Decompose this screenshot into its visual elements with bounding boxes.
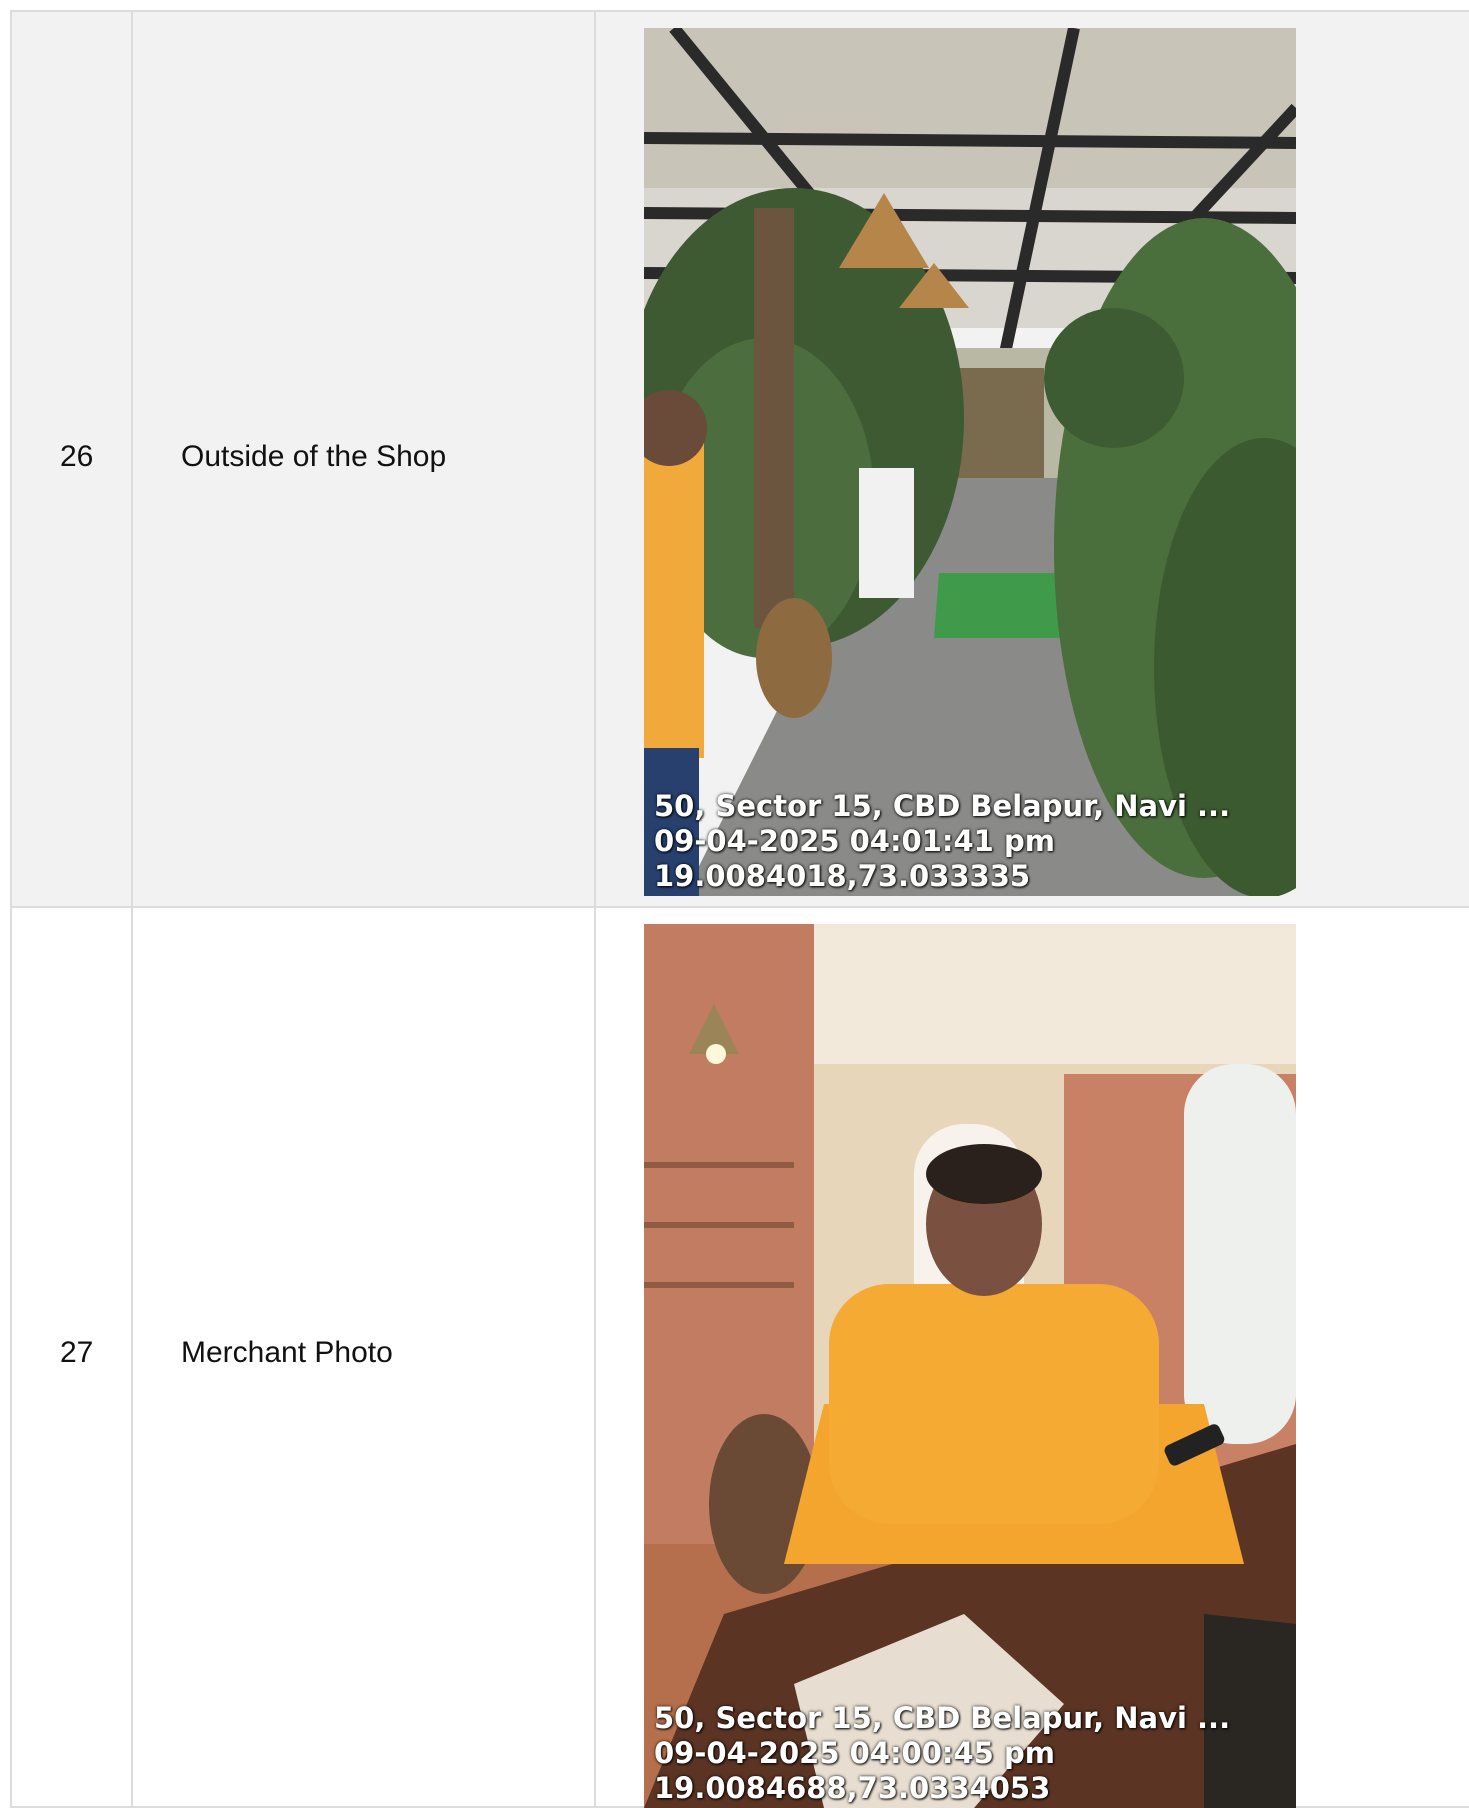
stamp-coordinates: 19.0084018,73.033335 <box>654 859 1031 893</box>
row-number-cell: 26 <box>10 12 131 906</box>
table-row: 26 Outside of the Shop 50, Sector 15, CB… <box>10 10 1469 908</box>
row-photo-cell: 50, Sector 15, CBD Belapur, Navi ... 09-… <box>594 908 1469 1808</box>
shop-outside-image <box>644 28 1296 896</box>
photo-table: 26 Outside of the Shop 50, Sector 15, CB… <box>10 10 1469 1808</box>
photo-geotag-stamp: 50, Sector 15, CBD Belapur, Navi ... 09-… <box>654 789 1230 894</box>
row-label-cell: Outside of the Shop <box>131 12 594 906</box>
stamp-coordinates: 19.0084688,73.0334053 <box>654 1771 1051 1805</box>
merchant-photo: 50, Sector 15, CBD Belapur, Navi ... 09-… <box>644 924 1296 1808</box>
stamp-address: 50, Sector 15, CBD Belapur, Navi ... <box>654 1701 1231 1735</box>
stamp-address: 50, Sector 15, CBD Belapur, Navi ... <box>654 789 1231 823</box>
stamp-datetime: 09-04-2025 04:00:45 pm <box>654 1736 1055 1770</box>
stamp-datetime: 09-04-2025 04:01:41 pm <box>654 824 1055 858</box>
merchant-image <box>644 924 1296 1808</box>
row-label-cell: Merchant Photo <box>131 908 594 1806</box>
shop-outside-photo: 50, Sector 15, CBD Belapur, Navi ... 09-… <box>644 28 1296 896</box>
row-label: Outside of the Shop <box>181 440 447 473</box>
row-number-cell: 27 <box>10 908 131 1806</box>
photo-geotag-stamp: 50, Sector 15, CBD Belapur, Navi ... 09-… <box>654 1701 1230 1806</box>
row-label: Merchant Photo <box>181 1336 393 1369</box>
table-row: 27 Merchant Photo 50, Sector 15, CBD Bel… <box>10 908 1469 1808</box>
row-number: 26 <box>60 440 94 473</box>
row-photo-cell: 50, Sector 15, CBD Belapur, Navi ... 09-… <box>594 12 1469 906</box>
row-number: 27 <box>60 1336 94 1369</box>
